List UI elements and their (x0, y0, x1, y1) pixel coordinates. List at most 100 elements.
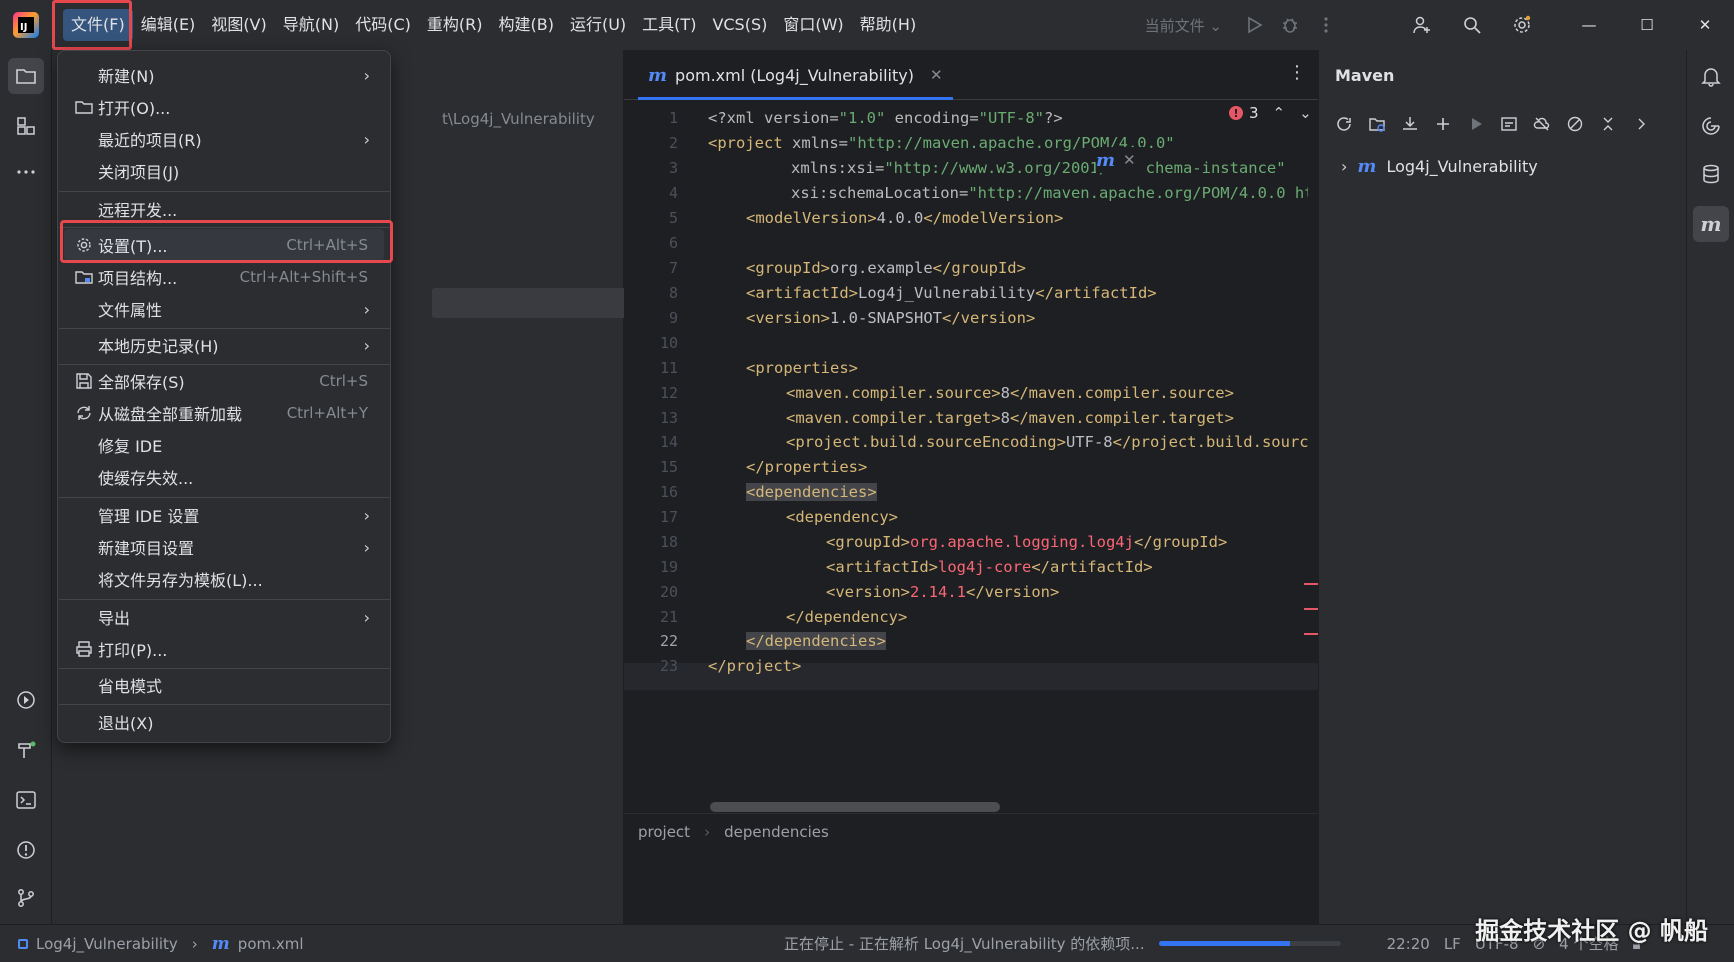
download-icon[interactable] (1395, 110, 1424, 138)
problems-indicator[interactable]: ! 3 ⌃ ⌄ (1229, 104, 1312, 122)
run-config-selector[interactable]: 当前文件 ⌄ (1145, 15, 1222, 36)
task-progress-bar[interactable] (1158, 941, 1341, 946)
next-problem-icon[interactable]: ⌄ (1299, 104, 1312, 122)
menu-item-invalidate-caches[interactable]: 使缓存失效... (64, 461, 384, 493)
menu-item-close-project[interactable]: 关闭项目(J) (64, 155, 384, 187)
search-icon[interactable] (1454, 7, 1490, 43)
menu-item-reload-from-disk[interactable]: 从磁盘全部重新加载 Ctrl+Alt+Y (64, 397, 384, 429)
collapse-all-icon[interactable] (1593, 110, 1622, 138)
run-icon[interactable] (1236, 7, 1272, 43)
tab-pom-xml-label: pom.xml (Log4j_Vulnerability) (675, 65, 914, 85)
menu-item-exit[interactable]: 退出(X) (64, 706, 384, 738)
services-icon[interactable] (8, 682, 44, 718)
menu-item-settings[interactable]: 设置(T)... Ctrl+Alt+S (64, 229, 384, 261)
project-folder-icon[interactable] (8, 58, 44, 94)
minimize-button[interactable]: — (1560, 0, 1618, 50)
background-task-text[interactable]: 正在停止 - 正在解析 Log4j_Vulnerability 的依赖项... (784, 933, 1145, 954)
ai-assistant-icon[interactable] (1693, 108, 1729, 144)
menu-build[interactable]: 构建(B) (491, 9, 562, 41)
menu-item-export[interactable]: 导出 › (64, 601, 384, 633)
add-icon[interactable] (1428, 110, 1457, 138)
menu-edit[interactable]: 编辑(E) (133, 9, 204, 41)
close-tab-icon[interactable]: ✕ (930, 66, 943, 84)
menu-window[interactable]: 窗口(W) (775, 9, 851, 41)
submenu-arrow-icon: › (363, 129, 370, 149)
menu-item-local-history[interactable]: 本地历史记录(H) › (64, 329, 384, 361)
maximize-button[interactable]: ☐ (1618, 0, 1676, 50)
breadcrumb-project[interactable]: project (638, 823, 690, 841)
more-tools-icon[interactable] (8, 154, 44, 190)
menu-vcs[interactable]: VCS(S) (704, 9, 775, 41)
settings-gear-icon[interactable] (1504, 7, 1540, 43)
offline-mode-icon[interactable] (1527, 110, 1556, 138)
line-number: 8 (668, 284, 678, 302)
maven-panel-title: Maven (1335, 66, 1395, 85)
chevron-right-icon[interactable]: › (1341, 157, 1347, 176)
menu-code[interactable]: 代码(C) (347, 9, 419, 41)
menu-help[interactable]: 帮助(H) (852, 9, 925, 41)
git-branch-icon[interactable] (8, 880, 44, 916)
menu-tools[interactable]: 工具(T) (634, 9, 704, 41)
close-window-button[interactable]: ✕ (1676, 0, 1734, 50)
menu-item-manage-ide-settings[interactable]: 管理 IDE 设置 › (64, 499, 384, 531)
menu-item-save-all[interactable]: 全部保存(S) Ctrl+S (64, 365, 384, 397)
submenu-arrow-icon: › (363, 65, 370, 85)
menu-item-power-save[interactable]: 省电模式 (64, 669, 384, 701)
notifications-bell-icon[interactable] (1693, 58, 1729, 94)
line-number: 6 (668, 234, 678, 252)
menu-item-file-properties[interactable]: 文件属性 › (64, 293, 384, 325)
gear-icon (74, 235, 94, 255)
menu-item-open[interactable]: 打开(O)... (64, 91, 384, 123)
terminal-icon[interactable] (8, 782, 44, 818)
menu-file[interactable]: 文件(F) (63, 9, 133, 41)
skip-tests-icon[interactable] (1560, 110, 1589, 138)
menu-item-save-as-template[interactable]: 将文件另存为模板(L)... (64, 563, 384, 595)
submenu-arrow-icon: › (363, 335, 370, 355)
problems-icon[interactable] (8, 832, 44, 868)
breadcrumb-dependencies[interactable]: dependencies (724, 823, 829, 841)
reload-icon[interactable] (1329, 110, 1358, 138)
caret-position[interactable]: 22:20 (1387, 935, 1430, 953)
status-file[interactable]: pom.xml (238, 935, 304, 953)
chevron-right-icon[interactable] (1626, 110, 1655, 138)
more-icon[interactable] (1308, 7, 1344, 43)
build-hammer-icon[interactable] (8, 732, 44, 768)
project-root-path[interactable]: t\Log4j_Vulnerability (442, 110, 595, 128)
execute-goal-icon[interactable] (1494, 110, 1523, 138)
menu-item-new[interactable]: 新建(N) › (64, 59, 384, 91)
database-icon[interactable] (1693, 156, 1729, 192)
menu-item-repair-ide[interactable]: 修复 IDE (64, 429, 384, 461)
menu-refactor[interactable]: 重构(R) (419, 9, 491, 41)
line-number: 20 (659, 583, 678, 601)
line-number: 7 (668, 259, 678, 277)
editor-more-icon[interactable]: ⋮ (1288, 62, 1306, 83)
line-separator[interactable]: LF (1444, 935, 1461, 953)
menu-navigate[interactable]: 导航(N) (275, 9, 347, 41)
generate-sources-icon[interactable] (1362, 110, 1391, 138)
debug-icon[interactable] (1272, 7, 1308, 43)
dismiss-reload-icon[interactable]: ✕ (1123, 151, 1136, 169)
menu-item-project-structure[interactable]: 项目结构... Ctrl+Alt+Shift+S (64, 261, 384, 293)
menu-item-remote-dev[interactable]: 远程开发... (64, 193, 384, 225)
structure-icon[interactable] (8, 108, 44, 144)
intellij-logo-icon: IJ (13, 12, 39, 38)
code-area[interactable]: <?xml version="1.0" encoding="UTF-8"?> <… (708, 105, 1308, 805)
maven-toolbar (1329, 110, 1655, 138)
menu-view[interactable]: 视图(V) (203, 9, 274, 41)
horizontal-scrollbar[interactable] (710, 802, 1000, 812)
status-project[interactable]: Log4j_Vulnerability (36, 935, 178, 953)
maven-tool-icon[interactable]: m (1693, 206, 1729, 242)
prev-problem-icon[interactable]: ⌃ (1273, 104, 1286, 122)
maven-reload-float[interactable]: m ✕ (1096, 147, 1146, 173)
menu-item-new-project-settings[interactable]: 新建项目设置 › (64, 531, 384, 563)
save-icon (74, 371, 94, 391)
maven-reload-icon[interactable]: m (1096, 150, 1115, 171)
menu-item-recent-projects[interactable]: 最近的项目(R) › (64, 123, 384, 155)
menu-item-print[interactable]: 打印(P)... (64, 633, 384, 665)
title-bar-actions: 当前文件 ⌄ — ☐ ✕ (1145, 0, 1734, 50)
menu-run[interactable]: 运行(U) (562, 9, 634, 41)
run-maven-icon[interactable] (1461, 110, 1490, 138)
maven-tree-root[interactable]: › m Log4j_Vulnerability (1341, 156, 1538, 177)
tab-pom-xml[interactable]: m pom.xml (Log4j_Vulnerability) ✕ (638, 50, 953, 100)
add-user-icon[interactable] (1404, 7, 1440, 43)
